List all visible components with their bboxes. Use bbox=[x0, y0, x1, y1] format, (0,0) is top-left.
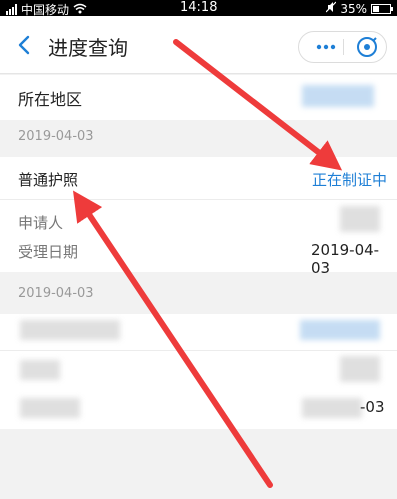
record-2-applicant-value-redacted bbox=[340, 356, 380, 382]
divider bbox=[0, 350, 397, 351]
mini-program-capsule bbox=[298, 31, 387, 63]
record-1-type: 普通护照 bbox=[18, 171, 79, 189]
record-2-card[interactable]: -03 bbox=[0, 314, 397, 429]
no-sound-icon bbox=[325, 1, 337, 16]
back-arrow-icon[interactable] bbox=[14, 34, 36, 56]
record-1-status[interactable]: 正在制证中 bbox=[312, 169, 387, 190]
wifi-icon bbox=[73, 3, 87, 17]
accept-date-value: 2019-04-03 bbox=[311, 241, 380, 277]
page-title: 进度查询 bbox=[48, 36, 128, 60]
record-2-status-redacted bbox=[300, 320, 380, 340]
record-1-title-row[interactable]: 普通护照 正在制证中 bbox=[0, 157, 397, 199]
battery-percent: 35% bbox=[340, 1, 367, 16]
location-row[interactable]: 所在地区 bbox=[0, 75, 397, 120]
record-1-date: 2019-04-03 bbox=[18, 129, 94, 144]
record-2-type-redacted bbox=[20, 320, 120, 340]
record-2-date-label-redacted bbox=[20, 398, 80, 418]
accept-date-label: 受理日期 bbox=[18, 243, 79, 261]
status-bar: 中国移动 14:18 35% bbox=[0, 0, 397, 17]
record-2-date: 2019-04-03 bbox=[18, 286, 94, 301]
nav-bar: 进度查询 bbox=[0, 16, 397, 74]
more-options-icon[interactable] bbox=[307, 32, 343, 62]
record-2-applicant-redacted bbox=[20, 360, 60, 380]
record-2-date-value-redacted bbox=[302, 398, 362, 418]
battery-icon bbox=[371, 3, 393, 14]
signal-icon bbox=[6, 4, 17, 15]
record-2-date-value-partial: -03 bbox=[360, 398, 385, 416]
status-right: 35% bbox=[325, 1, 393, 16]
location-label: 所在地区 bbox=[18, 90, 83, 109]
record-1-detail: 申请人 受理日期 2019-04-03 bbox=[0, 200, 397, 277]
applicant-value-redacted bbox=[340, 206, 380, 232]
location-value-redacted bbox=[302, 85, 374, 107]
clock: 14:18 bbox=[180, 0, 218, 15]
close-target-icon[interactable] bbox=[349, 32, 385, 62]
applicant-label: 申请人 bbox=[18, 214, 64, 232]
capsule-divider bbox=[343, 39, 344, 55]
